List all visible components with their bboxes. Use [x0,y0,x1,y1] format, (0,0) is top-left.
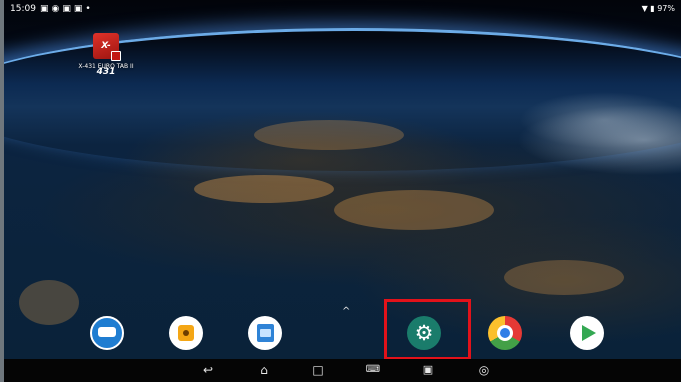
camera-app-icon[interactable] [169,316,203,350]
settings-highlight-box [384,299,471,360]
image-notification-icon: ▣ [40,4,52,14]
dot-icon: • [85,4,94,14]
file-manager-app-icon[interactable] [248,316,282,350]
app-drawer-caret[interactable]: ^ [342,306,350,317]
city-lights [19,280,79,325]
notification-icons: ▣◉▣▣• [40,4,94,14]
device-frame: 15:09 ▣◉▣▣• ▼ ▮ 97% X-431 X-431 EURO TAB… [0,0,681,382]
app-badge-icon [111,51,121,61]
x431-app-icon[interactable]: X-431 [93,33,121,77]
keyboard-icon[interactable]: ⌨ [365,362,381,378]
clock: 15:09 [10,4,36,14]
city-lights [254,120,404,150]
battery-icon: ▮ [650,4,655,13]
eye-icon: ◉ [51,4,63,14]
screenshot-icon[interactable]: ▣ [420,362,436,378]
navigation-bar: ↩ ⌂ □ ⌨ ▣ ◎ [4,359,681,382]
screen-icon: ▣ [73,4,86,14]
battery-percentage: 97% [657,4,675,13]
back-icon[interactable]: ↩ [200,362,216,378]
city-lights [194,175,334,203]
system-icons: ▼ ▮ 97% [642,4,675,13]
status-bar: 15:09 ▣◉▣▣• ▼ ▮ 97% [4,0,681,18]
home-icon[interactable]: ⌂ [256,362,272,378]
play-store-app-icon[interactable] [570,316,604,350]
assistant-icon[interactable]: ◎ [476,362,492,378]
recents-icon[interactable]: □ [310,362,326,378]
city-lights [334,190,494,230]
home-screen: 15:09 ▣◉▣▣• ▼ ▮ 97% X-431 X-431 EURO TAB… [4,0,681,382]
wifi-icon: ▼ [641,4,648,13]
x431-app-shortcut[interactable]: X-431 X-431 EURO TAB II [66,33,146,77]
screen-icon: ▣ [62,4,74,14]
remote-diagnosis-app-icon[interactable] [90,316,124,350]
chrome-app-icon[interactable] [488,316,522,350]
city-lights [504,260,624,295]
